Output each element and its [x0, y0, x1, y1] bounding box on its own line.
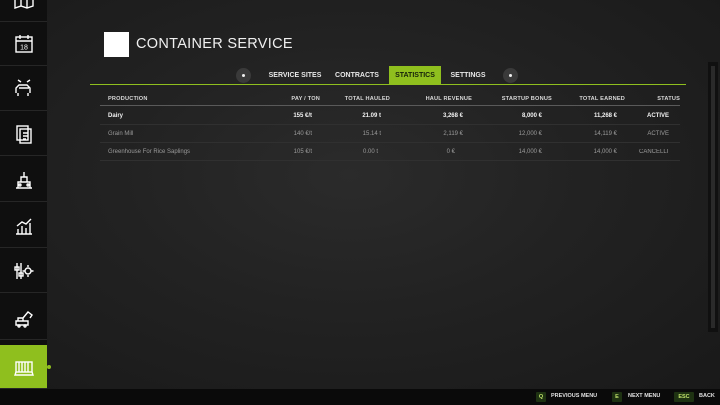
- cell-startup-bonus: 12,000 €: [518, 131, 542, 137]
- cell-status: CANCELLI: [639, 149, 669, 155]
- cell-total-earned: 14,119 €: [594, 131, 617, 137]
- statistics-icon: [15, 218, 32, 235]
- calendar-icon: 18: [14, 34, 33, 53]
- sidebar-item-container-service[interactable]: [0, 345, 51, 389]
- sidebar: 18: [0, 0, 51, 389]
- cell-production: Greenhouse For Rice Saplings: [108, 149, 191, 155]
- key-esc-badge: ESC: [674, 392, 694, 402]
- previous-menu-button[interactable]: PREVIOUS MENU: [551, 393, 597, 399]
- svg-text:18: 18: [20, 44, 28, 51]
- col-header-pay-per-ton: PAY / TON: [291, 96, 320, 102]
- cell-pay-per-ton: 140 €/t: [293, 131, 312, 137]
- sidebar-item-calendar[interactable]: 18: [0, 22, 47, 66]
- sidebar-item-animals[interactable]: [0, 67, 47, 111]
- tab-statistics[interactable]: STATISTICS: [389, 66, 441, 85]
- content-background: [47, 0, 720, 389]
- container-icon: [13, 360, 34, 376]
- sidebar-item-contracts[interactable]: [0, 112, 47, 156]
- sidebar-item-construction[interactable]: [0, 296, 47, 340]
- cell-status: ACTIVE: [646, 113, 669, 119]
- map-icon: [13, 0, 34, 9]
- col-header-total-hauled: TOTAL HAULED: [344, 96, 390, 102]
- row-divider: [100, 124, 680, 125]
- cell-startup-bonus: 14,000 €: [518, 149, 542, 155]
- tab-service-sites[interactable]: SERVICE SITES: [266, 66, 324, 85]
- col-header-startup-bonus: STARTUP BONUS: [501, 96, 552, 102]
- cell-haul-revenue: 2,119 €: [443, 131, 463, 137]
- cell-total-earned: 11,268 €: [593, 113, 617, 119]
- cell-haul-revenue: 0 €: [446, 149, 455, 155]
- sidebar-item-statistics[interactable]: [0, 204, 47, 248]
- key-q-badge: Q: [536, 392, 546, 402]
- cell-production: Grain Mill: [108, 131, 134, 137]
- table-header-divider: [100, 105, 680, 106]
- dot-icon: [242, 74, 245, 77]
- service-logo: [104, 32, 129, 57]
- back-button[interactable]: BACK: [699, 393, 715, 399]
- cell-total-hauled: 21.09 t: [362, 113, 381, 119]
- sidebar-item-settings[interactable]: [0, 249, 47, 293]
- cell-status: ACTIVE: [647, 131, 669, 137]
- scrollbar-thumb[interactable]: [711, 66, 715, 328]
- cell-startup-bonus: 8,000 €: [521, 113, 542, 119]
- cell-production: Dairy: [108, 113, 124, 119]
- dot-icon: [509, 74, 512, 77]
- col-header-status: STATUS: [657, 96, 680, 102]
- construction-icon: [14, 310, 33, 328]
- col-header-production: PRODUCTION: [108, 96, 148, 102]
- cell-total-hauled: 0.00 t: [362, 149, 378, 155]
- tab-settings[interactable]: SETTINGS: [447, 66, 489, 85]
- page-title: CONTAINER SERVICE: [136, 36, 293, 52]
- col-header-total-earned: TOTAL EARNED: [579, 96, 625, 102]
- row-divider: [100, 142, 680, 143]
- sidebar-item-map[interactable]: [0, 0, 47, 22]
- tab-next-button[interactable]: [503, 68, 518, 83]
- key-e-badge: E: [612, 392, 622, 402]
- row-divider: [100, 160, 680, 161]
- cell-total-earned: 14,000 €: [593, 149, 617, 155]
- production-icon: [15, 171, 32, 189]
- tab-prev-button[interactable]: [236, 68, 251, 83]
- col-header-haul-revenue: HAUL REVENUE: [425, 96, 472, 102]
- cell-total-hauled: 15.14 t: [362, 131, 381, 137]
- next-menu-button[interactable]: NEXT MENU: [628, 393, 660, 399]
- cell-pay-per-ton: 105 €/t: [293, 149, 312, 155]
- settings-icon: [13, 262, 33, 279]
- contracts-icon: [15, 124, 32, 144]
- animals-icon: [14, 78, 31, 96]
- cell-pay-per-ton: 155 €/t: [293, 113, 312, 119]
- tabs-underline: [90, 84, 686, 85]
- sidebar-item-production[interactable]: [0, 158, 47, 202]
- tab-contracts[interactable]: CONTRACTS: [332, 66, 382, 85]
- cell-haul-revenue: 3,268 €: [442, 113, 463, 119]
